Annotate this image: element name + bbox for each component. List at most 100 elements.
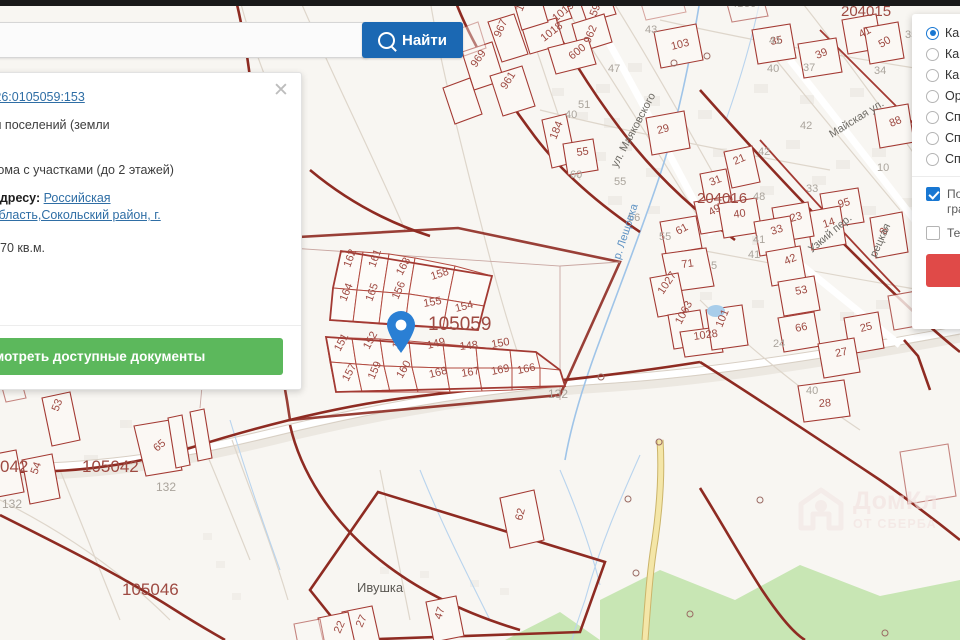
layer-option-3[interactable]: Оре [926, 89, 960, 103]
search-button-label: Найти [402, 31, 447, 49]
road-number: 132 [156, 480, 176, 494]
parcel-number: 148 [459, 339, 479, 353]
layer-checkbox-1[interactable]: Тем [926, 226, 960, 241]
layer-option-label: Кар [945, 68, 960, 82]
house-number: 37 [803, 62, 815, 74]
radio-icon[interactable] [926, 89, 939, 103]
address-value[interactable]: Российская [44, 191, 111, 205]
checkbox-icon[interactable] [926, 187, 940, 201]
house-number: 33 [806, 183, 818, 195]
layers-panel: Кар Кар Кар Оре Спу Спу Спу Покгран Тем Под н [912, 14, 960, 329]
house-number: 41 [748, 249, 760, 261]
cadastral-number-value[interactable]: 35:26:0105059:153 [0, 90, 85, 104]
house-key-icon [798, 487, 844, 533]
house-number: 48 [753, 191, 765, 203]
layers-divider [912, 176, 960, 177]
layer-option-label: Кар [945, 26, 960, 40]
search-icon [378, 31, 395, 49]
parcel-number: 71 [681, 257, 695, 271]
parcel-number: 55 [576, 145, 590, 159]
more-link-row: но [0, 296, 283, 314]
browser-chrome-strip [0, 0, 960, 6]
card-divider [0, 325, 301, 326]
layer-option-2[interactable]: Кар [926, 68, 960, 82]
watermark-title: ДомКл [853, 487, 939, 516]
layer-option-label: Спу [945, 131, 960, 145]
place-name: Ивушка [357, 580, 404, 595]
house-number: 41 [769, 35, 781, 47]
house-number: 47 [608, 63, 620, 75]
radio-icon[interactable] [926, 152, 939, 166]
radio-icon[interactable] [926, 131, 939, 145]
layer-checkbox-label: Покгран [947, 187, 960, 216]
watermark-subtitle: ОТ СБЕРБА [853, 517, 937, 532]
layer-option-1[interactable]: Кар [926, 47, 960, 61]
house-number: 40 [767, 63, 779, 75]
parcel-number: 66 [794, 321, 808, 335]
land-category-row: я земель: Земли поселений (земли ых пунк… [0, 117, 283, 151]
parcel-info-card: ✕ вый номер: 35:26:0105059:153 я земель:… [0, 72, 302, 390]
house-number: 55 [614, 176, 626, 188]
apply-button[interactable]: Под [926, 254, 960, 287]
layer-option-label: Спу [945, 110, 960, 124]
house-number: 42 [758, 146, 770, 158]
layer-checkbox-label: Тем [947, 226, 960, 240]
layer-option-label: Оре [945, 89, 960, 103]
area-value: 1 170 кв.м. [0, 241, 46, 255]
quarter-label: 042 [0, 457, 28, 476]
close-icon[interactable]: ✕ [271, 81, 291, 101]
checkbox-icon[interactable] [926, 226, 940, 240]
layer-option-6[interactable]: Спу [926, 152, 960, 166]
house-number: 60 [570, 169, 582, 181]
house-number: 34 [874, 65, 886, 77]
permitted-use-row: альные жилые дома с участками (до 2 этаж… [0, 163, 174, 177]
radio-icon[interactable] [926, 47, 939, 61]
parcel-number: 28 [818, 397, 831, 410]
address-value-line2[interactable]: я, Вологодская область,Сокольский район,… [0, 208, 161, 222]
map-application: 105059 105042 105046 204015 204016 042 162 161… [0, 0, 960, 640]
layer-checkboxes-group: Покгран Тем [926, 187, 960, 241]
parcel-number: 53 [794, 284, 808, 298]
status-row: ие: Проведено [0, 268, 283, 285]
quarter-label: 105042 [82, 457, 139, 476]
quarter-label: 204016 [697, 190, 747, 207]
watermark: ДомКл ОТ СБЕРБА [798, 487, 938, 533]
address-label: ый участок по адресу: [0, 191, 41, 205]
house-number: 42 [800, 120, 812, 132]
quarter-label: 105046 [122, 580, 179, 599]
layer-option-4[interactable]: Спу [926, 110, 960, 124]
house-number: 41 [753, 234, 765, 246]
radio-icon[interactable] [926, 68, 939, 82]
road-number: 132 [548, 387, 568, 401]
layer-option-0[interactable]: Кар [926, 26, 960, 40]
parcel-number: 40 [733, 207, 747, 221]
house-number: 5 [711, 260, 717, 272]
map-pin-icon[interactable] [385, 310, 417, 354]
layers-footer: н [926, 297, 960, 315]
place-name-labels: Ивушка [357, 580, 404, 595]
view-documents-button[interactable]: осмотреть доступные документы [0, 338, 283, 375]
house-number: 24 [773, 338, 785, 350]
house-number: 10 [877, 162, 889, 174]
layer-options-group: Кар Кар Кар Оре Спу Спу Спу [926, 26, 960, 166]
road-number: 132 [2, 497, 22, 511]
search-button[interactable]: Найти [362, 22, 463, 58]
house-number: 55 [659, 231, 671, 243]
address-row: ый участок по адресу: Российская я, Воло… [0, 190, 283, 224]
search-input[interactable] [0, 23, 369, 57]
documents-button-wrapper: осмотреть доступные документы [0, 338, 283, 389]
layer-checkbox-0[interactable]: Покгран [926, 187, 960, 217]
house-number: 40 [806, 385, 818, 397]
house-number: 43 [645, 24, 657, 36]
radio-icon[interactable] [926, 26, 939, 40]
radio-icon[interactable] [926, 110, 939, 124]
search-bar[interactable] [0, 22, 370, 58]
area-row: ая площадь: 1 170 кв.м. [0, 240, 283, 257]
layer-option-label: Кар [945, 47, 960, 61]
layer-option-label: Спу [945, 152, 960, 166]
layer-option-5[interactable]: Спу [926, 131, 960, 145]
quarter-label: 105059 [428, 314, 491, 335]
house-number: 40 [565, 109, 577, 121]
cadastral-number-row: вый номер: 35:26:0105059:153 [0, 89, 283, 106]
parcel-number: 27 [834, 346, 848, 360]
